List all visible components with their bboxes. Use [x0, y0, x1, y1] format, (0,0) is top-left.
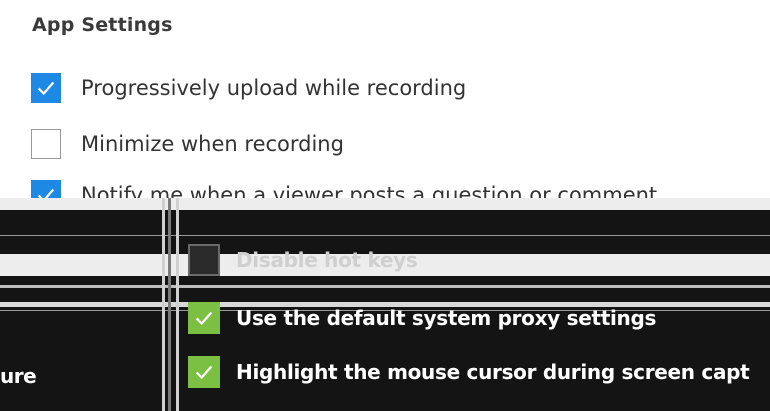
overlay-vertical-divider — [162, 198, 165, 411]
overlay-divider — [0, 235, 770, 236]
option-disable-hot-keys[interactable]: Disable hot keys — [188, 242, 418, 278]
option-default-proxy[interactable]: Use the default system proxy settings — [188, 300, 656, 336]
overlay-text-fragment: ure — [0, 364, 37, 388]
overlay-vertical-divider — [176, 198, 179, 411]
glitched-overlay-panel: Disable hot keys Use the default system … — [0, 198, 770, 411]
overlay-band — [0, 198, 770, 210]
option-label: Progressively upload while recording — [81, 76, 467, 100]
option-label: Minimize when recording — [81, 132, 344, 156]
option-label: Disable hot keys — [236, 248, 418, 272]
check-icon — [37, 81, 55, 96]
option-highlight-cursor[interactable]: Highlight the mouse cursor during screen… — [188, 354, 750, 390]
check-icon — [195, 365, 213, 380]
overlay-band — [0, 285, 770, 288]
option-label: Highlight the mouse cursor during screen… — [236, 360, 750, 384]
overlay-vertical-divider — [168, 198, 171, 411]
checkbox-minimize-recording[interactable] — [31, 129, 61, 159]
section-title: App Settings — [32, 14, 173, 36]
check-icon — [195, 311, 213, 326]
checkbox-default-proxy[interactable] — [188, 302, 220, 334]
checkbox-disable-hot-keys[interactable] — [188, 244, 220, 276]
option-progressive-upload[interactable]: Progressively upload while recording — [31, 71, 466, 105]
option-label: Use the default system proxy settings — [236, 306, 657, 330]
checkbox-highlight-cursor[interactable] — [188, 356, 220, 388]
checkbox-progressive-upload[interactable] — [31, 73, 61, 103]
option-minimize-recording[interactable]: Minimize when recording — [31, 127, 344, 161]
